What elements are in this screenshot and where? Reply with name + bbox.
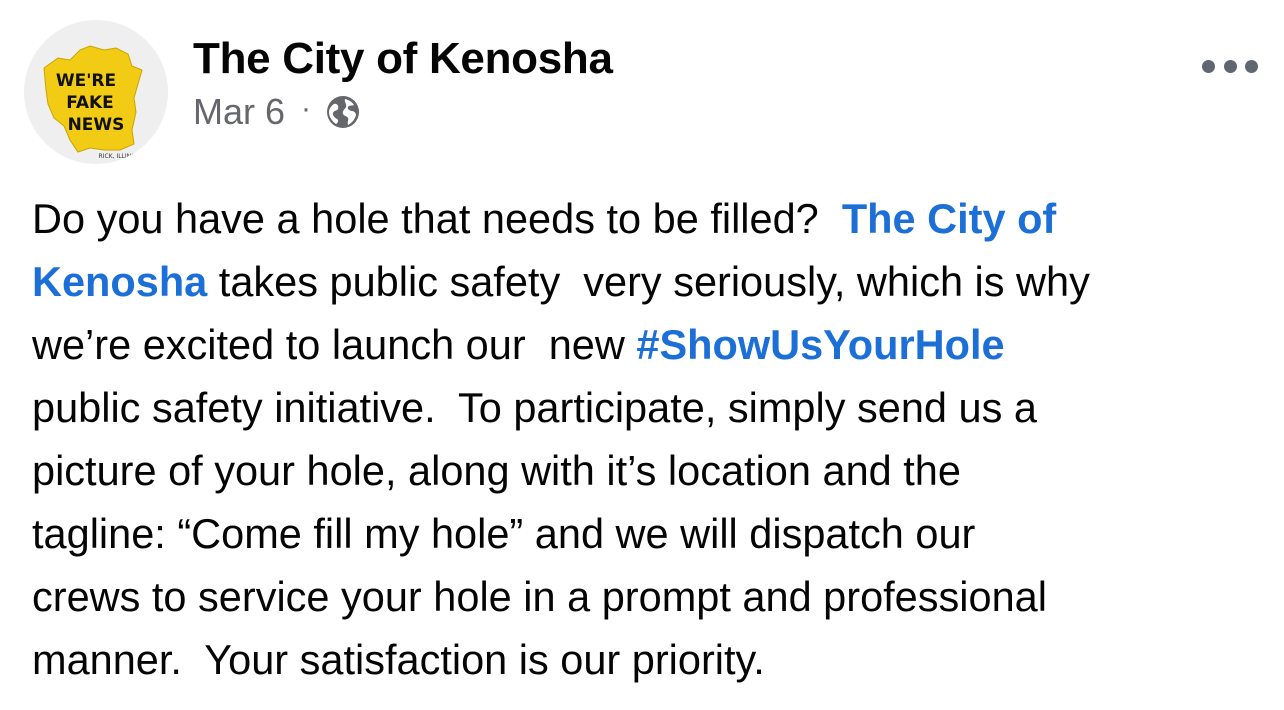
post-text-line: Kenosha takes public safety very serious… — [32, 250, 1262, 313]
post-date[interactable]: Mar 6 — [193, 91, 285, 133]
page-mention-link[interactable]: The City of — [842, 195, 1056, 242]
more-dots-icon — [1245, 59, 1258, 73]
page-mention-link[interactable]: Kenosha — [32, 258, 207, 305]
page-avatar[interactable]: WE'RE FAKE NEWS RICK, ILLINOIS — [24, 20, 168, 164]
post-text-segment: Do you have a hole that needs to be fill… — [32, 195, 842, 242]
post-text: Do you have a hole that needs to be fill… — [32, 187, 1262, 691]
wisconsin-map-logo-icon: WE'RE FAKE NEWS RICK, ILLINOIS — [24, 20, 168, 164]
more-options-button[interactable] — [1202, 52, 1258, 80]
post-text-line: public safety initiative. To participate… — [32, 384, 1037, 431]
post-text-line: we’re excited to launch our new #ShowUsY… — [32, 313, 1262, 376]
page-name[interactable]: The City of Kenosha — [193, 34, 613, 84]
post-text-line: picture of your hole, along with it’s lo… — [32, 447, 961, 494]
post-text-line: crews to service your hole in a prompt a… — [32, 573, 1047, 620]
more-dots-icon — [1223, 59, 1237, 73]
avatar-text-1: WE'RE — [56, 71, 116, 91]
globe-icon[interactable] — [325, 94, 361, 130]
post-text-segment: takes public safety very seriously, whic… — [207, 258, 1090, 305]
post-header: WE'RE FAKE NEWS RICK, ILLINOIS The City … — [0, 0, 1284, 170]
post-text-line: Do you have a hole that needs to be fill… — [32, 187, 1262, 250]
post-text-line: tagline: “Come fill my hole” and we will… — [32, 510, 976, 557]
avatar-small-text: RICK, ILLINOIS — [99, 153, 142, 160]
hashtag-link[interactable]: #ShowUsYourHole — [636, 321, 1004, 368]
post-text-segment: we’re excited to launch our new — [32, 321, 637, 368]
post-text-line: manner. Your satisfaction is our priorit… — [32, 636, 765, 683]
avatar-text-3: NEWS — [68, 115, 125, 135]
avatar-text-2: FAKE — [66, 93, 114, 113]
post-meta: Mar 6 · — [193, 90, 361, 134]
more-dots-icon — [1202, 59, 1215, 73]
meta-separator: · — [301, 92, 312, 125]
